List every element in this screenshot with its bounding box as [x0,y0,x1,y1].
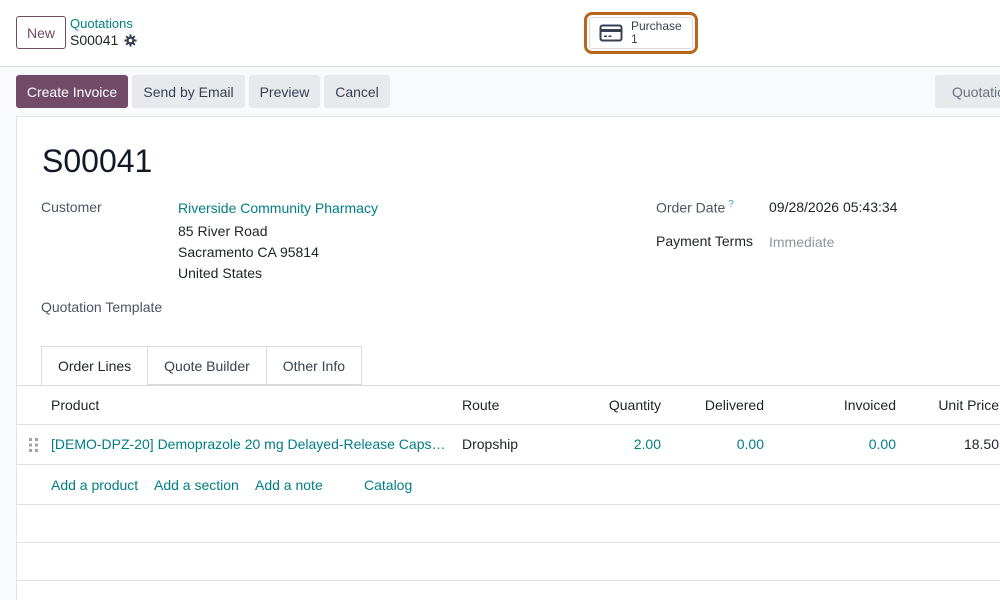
form-sheet: S00041 Customer Riverside Community Phar… [16,116,1000,600]
address-line-3: United States [178,265,263,281]
new-button[interactable]: New [16,16,66,49]
row-divider [17,464,1000,465]
order-date-label-text: Order Date [656,199,726,216]
address-line-2: Sacramento CA 95814 [178,244,319,260]
breadcrumb-quotations[interactable]: Quotations [70,16,133,31]
quantity-cell[interactable]: 2.00 [561,436,661,452]
add-product-link[interactable]: Add a product [51,477,138,493]
send-by-email-button[interactable]: Send by Email [132,75,245,108]
route-cell[interactable]: Dropship [462,436,518,452]
order-date-label: Order Date? [656,199,734,216]
quotation-template-label: Quotation Template [41,299,163,315]
control-panel: New Quotations S00041 Purchase 1 [0,0,1000,67]
gear-icon[interactable] [124,33,137,47]
column-header-quantity[interactable]: Quantity [561,397,661,413]
purchase-smart-label: Purchase [631,19,682,33]
unit-price-cell[interactable]: 18.50 [917,436,999,452]
create-invoice-button[interactable]: Create Invoice [16,75,128,108]
invoiced-cell[interactable]: 0.00 [796,436,896,452]
delivered-cell[interactable]: 0.00 [665,436,764,452]
product-cell[interactable]: [DEMO-DPZ-20] Demoprazole 20 mg Delayed-… [51,436,451,452]
action-bar: Create Invoice Send by Email Preview Can… [0,67,1000,116]
catalog-link[interactable]: Catalog [364,477,412,493]
column-header-product[interactable]: Product [51,397,99,413]
row-divider [17,424,1000,425]
column-header-unit-price[interactable]: Unit Price [917,397,999,413]
tab-quote-builder[interactable]: Quote Builder [148,346,267,385]
column-header-invoiced[interactable]: Invoiced [796,397,896,413]
add-section-link[interactable]: Add a section [154,477,239,493]
purchase-smart-count: 1 [631,32,638,46]
drag-handle-icon[interactable] [29,438,39,452]
page-title: S00041 [42,143,153,179]
purchase-smart-button[interactable]: Purchase 1 [584,12,698,54]
preview-button[interactable]: Preview [249,75,320,108]
row-divider [17,580,1000,581]
record-name: S00041 [70,32,137,48]
tab-other-info[interactable]: Other Info [266,346,363,385]
credit-card-icon [599,24,623,42]
row-divider [17,504,1000,505]
customer-label: Customer [41,199,102,215]
tab-order-lines[interactable]: Order Lines [41,346,149,386]
purchase-smart-button-inner: Purchase 1 [589,17,693,49]
address-line-1: 85 River Road [178,223,268,239]
customer-link[interactable]: Riverside Community Pharmacy [178,200,378,216]
add-note-link[interactable]: Add a note [255,477,323,493]
help-icon[interactable]: ? [728,199,734,210]
order-date-value[interactable]: 09/28/2026 05:43:34 [769,199,897,215]
notebook-tabs: Order Lines Quote Builder Other Info [41,346,363,386]
tab-divider [17,385,1000,386]
payment-terms-field[interactable]: Immediate [769,234,834,250]
column-header-delivered[interactable]: Delivered [665,397,764,413]
purchase-smart-text: Purchase 1 [631,20,682,46]
payment-terms-label: Payment Terms [656,233,753,249]
row-divider [17,542,1000,543]
status-quotation[interactable]: Quotation [935,75,1000,108]
column-header-route[interactable]: Route [462,397,499,413]
cancel-button[interactable]: Cancel [324,75,390,108]
record-name-text: S00041 [70,32,119,48]
